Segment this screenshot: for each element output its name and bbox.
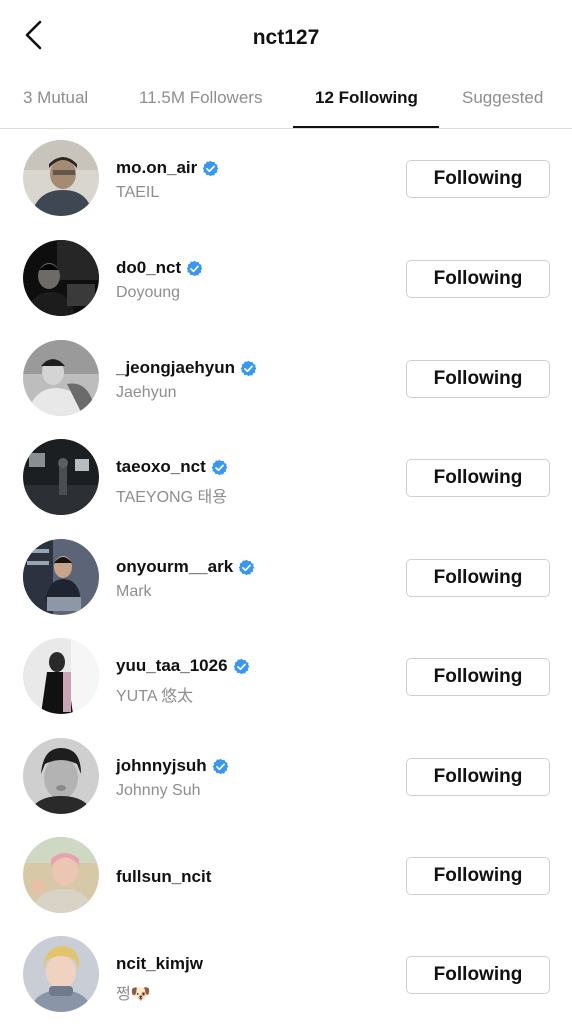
verified-badge-icon [240, 360, 257, 377]
tab-followers[interactable]: 11.5M Followers [139, 78, 262, 128]
following-button[interactable]: Following [406, 160, 550, 198]
username[interactable]: _jeongjaehyun [116, 358, 235, 378]
full-name: Jaehyun [116, 384, 177, 401]
tab-mutual[interactable]: 3 Mutual [23, 78, 88, 128]
following-button[interactable]: Following [406, 758, 550, 796]
list-item: yuu_taa_1026 YUTA 悠太 Following [0, 620, 572, 719]
username[interactable]: taeoxo_nct [116, 457, 206, 477]
verified-badge-icon [212, 758, 229, 775]
verified-badge-icon [202, 160, 219, 177]
following-button[interactable]: Following [406, 658, 550, 696]
full-name: Mark [116, 583, 152, 600]
avatar[interactable] [23, 340, 99, 416]
full-name: TAEIL [116, 184, 160, 201]
handle-line: _jeongjaehyun [116, 358, 257, 378]
list-item: do0_nct Doyoung Following [0, 222, 572, 321]
tab-suggested[interactable]: Suggested [462, 78, 543, 128]
list-item: ncit_kimjw 쩡🐶 Following [0, 918, 572, 1017]
username[interactable]: yuu_taa_1026 [116, 656, 228, 676]
avatar[interactable] [23, 140, 99, 216]
avatar[interactable] [23, 936, 99, 1012]
following-button[interactable]: Following [406, 956, 550, 994]
handle-line: taeoxo_nct [116, 457, 228, 477]
list-item: onyourm__ark Mark Following [0, 521, 572, 620]
handle-line: onyourm__ark [116, 557, 255, 577]
list-item: fullsun_ncit Following [0, 819, 572, 918]
verified-badge-icon [186, 260, 203, 277]
following-button[interactable]: Following [406, 857, 550, 895]
avatar[interactable] [23, 240, 99, 316]
avatar[interactable] [23, 837, 99, 913]
username[interactable]: johnnyjsuh [116, 756, 207, 776]
username[interactable]: do0_nct [116, 258, 181, 278]
list-item: johnnyjsuh Johnny Suh Following [0, 720, 572, 819]
username[interactable]: fullsun_ncit [116, 867, 211, 887]
username[interactable]: ncit_kimjw [116, 954, 203, 974]
handle-line: ncit_kimjw [116, 954, 203, 974]
following-button[interactable]: Following [406, 360, 550, 398]
header: nct127 [0, 0, 572, 78]
handle-line: yuu_taa_1026 [116, 656, 250, 676]
list-item: _jeongjaehyun Jaehyun Following [0, 322, 572, 421]
full-name: 쩡🐶 [116, 986, 151, 1003]
handle-line: johnnyjsuh [116, 756, 229, 776]
verified-badge-icon [211, 459, 228, 476]
handle-line: fullsun_ncit [116, 867, 211, 887]
full-name: TAEYONG 태용 [116, 489, 227, 506]
page-title: nct127 [252, 26, 320, 49]
following-button[interactable]: Following [406, 559, 550, 597]
list-item: mo.on_air TAEIL Following [0, 122, 572, 221]
full-name: Doyoung [116, 284, 181, 301]
avatar[interactable] [23, 638, 99, 714]
handle-line: mo.on_air [116, 158, 219, 178]
verified-badge-icon [238, 559, 255, 576]
username[interactable]: onyourm__ark [116, 557, 233, 577]
avatar[interactable] [23, 439, 99, 515]
handle-line: do0_nct [116, 258, 203, 278]
avatar[interactable] [23, 539, 99, 615]
verified-badge-icon [233, 658, 250, 675]
full-name: Johnny Suh [116, 782, 201, 799]
username[interactable]: mo.on_air [116, 158, 197, 178]
following-button[interactable]: Following [406, 260, 550, 298]
list-item: taeoxo_nct TAEYONG 태용 Following [0, 421, 572, 520]
full-name: YUTA 悠太 [116, 688, 194, 705]
following-button[interactable]: Following [406, 459, 550, 497]
tab-following[interactable]: 12 Following [315, 78, 418, 128]
avatar[interactable] [23, 738, 99, 814]
